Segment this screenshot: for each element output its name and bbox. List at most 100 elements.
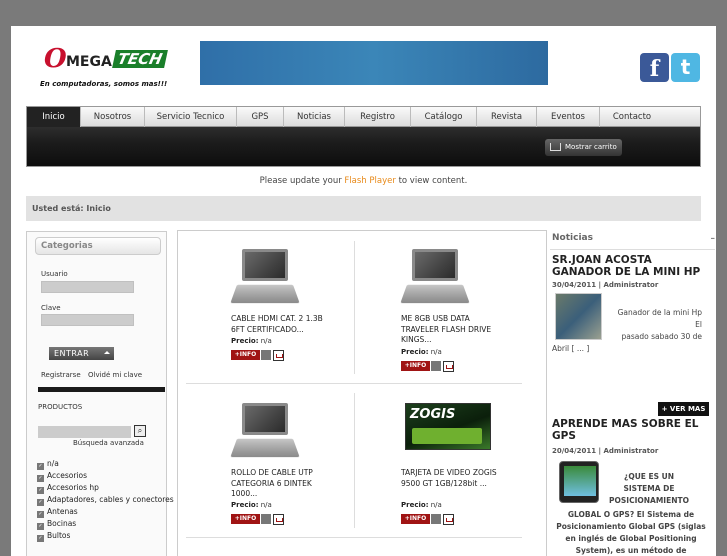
arrow-icon[interactable] <box>431 514 441 524</box>
twitter-icon[interactable]: t <box>671 53 700 82</box>
tab-servicio-tecnico[interactable]: Servicio Tecnico <box>145 107 237 127</box>
price-value: n/a <box>260 501 272 509</box>
bullet-icon: ✓ <box>37 523 44 530</box>
zogis-brand: ZOGIS <box>410 407 456 422</box>
product-name[interactable]: CABLE HDMI CAT. 2 1.3B 6FT CERTIFICADO..… <box>231 314 335 335</box>
laptop-icon[interactable] <box>230 249 300 307</box>
logo-slogan: En computadoras, somos mas!!! <box>40 80 168 88</box>
info-button[interactable]: +INFO <box>401 514 430 524</box>
nav-tabs: Inicio Nosotros Servicio Tecnico GPS Not… <box>27 107 700 127</box>
category-label: Bocinas <box>47 519 77 528</box>
page: O MEGA TECH En computadoras, somos mas!!… <box>11 26 716 556</box>
product-name[interactable]: ROLLO DE CABLE UTP CATEGORIA 6 DINTEK 10… <box>231 468 335 500</box>
news-item-title[interactable]: APRENDE MAS SOBRE EL GPS <box>552 418 702 442</box>
usuario-label: Usuario <box>41 270 68 278</box>
news-item-title[interactable]: SR.JOAN ACOSTA GANADOR DE LA MINI HP <box>552 254 702 278</box>
product-actions: +INFO <box>231 514 284 525</box>
zogis-box[interactable]: ZOGIS <box>405 403 491 450</box>
category-item[interactable]: ✓ Adaptadores, cables y conectores <box>37 494 174 506</box>
enter-button[interactable]: ENTRAR <box>49 347 114 360</box>
product-card: ME 8GB USB DATA TRAVELER FLASH DRIVE KIN… <box>367 245 535 380</box>
tab-gps[interactable]: GPS <box>237 107 284 127</box>
tab-nosotros[interactable]: Nosotros <box>81 107 145 127</box>
bullet-icon: ✓ <box>37 499 44 506</box>
logo-omega: O <box>44 44 67 74</box>
product-name[interactable]: ME 8GB USB DATA TRAVELER FLASH DRIVE KIN… <box>401 314 505 346</box>
tab-revista[interactable]: Revista <box>477 107 537 127</box>
category-item[interactable]: ✓ Accesorios hp <box>37 482 174 494</box>
product-actions: +INFO <box>401 514 454 525</box>
news-item-text: El <box>695 320 702 329</box>
product-card: ZOGIS TARJETA DE VIDEO ZOGIS 9500 GT 1GB… <box>367 399 535 534</box>
bullet-icon: ✓ <box>37 475 44 482</box>
social-links: ft <box>640 53 700 82</box>
tab-catalogo[interactable]: Catálogo <box>411 107 477 127</box>
news-item-text: Abril [ ... ] <box>552 344 590 353</box>
arrow-icon[interactable] <box>261 350 271 360</box>
product-actions: +INFO <box>401 361 454 372</box>
price-label: Precio: <box>401 348 429 356</box>
category-item[interactable]: ✓ Bultos <box>37 530 174 542</box>
info-button[interactable]: +INFO <box>401 361 430 371</box>
laptop-icon[interactable] <box>230 403 300 461</box>
register-link[interactable]: Registrarse <box>41 371 81 379</box>
info-button[interactable]: +INFO <box>231 350 260 360</box>
news-item-meta: 20/04/2011 | Administrator <box>552 447 659 455</box>
category-item[interactable]: ✓ n/a <box>37 458 174 470</box>
product-card: CABLE HDMI CAT. 2 1.3B 6FT CERTIFICADO..… <box>197 245 365 380</box>
category-label: Accesorios hp <box>47 483 99 492</box>
cart-icon[interactable] <box>273 514 284 525</box>
product-price: Precio: n/a <box>401 348 442 356</box>
clave-input[interactable] <box>41 314 134 326</box>
left-sidebar: Categorias Usuario Clave ENTRAR Registra… <box>26 231 174 556</box>
grid-divider <box>186 537 522 538</box>
product-search-input[interactable] <box>38 426 131 438</box>
divider <box>38 387 165 392</box>
category-item[interactable]: ✓ Accesorios <box>37 470 174 482</box>
bullet-icon: ✓ <box>37 511 44 518</box>
arrow-icon[interactable] <box>431 361 441 371</box>
cart-icon[interactable] <box>443 361 454 372</box>
product-name[interactable]: TARJETA DE VIDEO ZOGIS 9500 GT 1GB/128bi… <box>401 468 505 489</box>
flash-player-link[interactable]: Flash Player <box>344 176 395 186</box>
tab-registro[interactable]: Registro <box>345 107 411 127</box>
info-button[interactable]: +INFO <box>231 514 260 524</box>
cart-icon[interactable] <box>273 350 284 361</box>
grid-divider <box>186 383 522 384</box>
category-item[interactable]: ✓ Antenas <box>37 506 174 518</box>
cart-icon[interactable] <box>443 514 454 525</box>
arrow-icon[interactable] <box>261 514 271 524</box>
tab-noticias[interactable]: Noticias <box>284 107 345 127</box>
tab-eventos[interactable]: Eventos <box>537 107 600 127</box>
category-label: Bultos <box>47 531 71 540</box>
product-grid: CABLE HDMI CAT. 2 1.3B 6FT CERTIFICADO..… <box>177 230 547 556</box>
see-more-button[interactable]: + VER MAS <box>658 402 709 416</box>
category-item[interactable]: ✓ Bocinas <box>37 518 174 530</box>
news-photo[interactable] <box>555 293 602 340</box>
gps-device-image[interactable] <box>559 461 599 503</box>
search-icon[interactable]: ⌕ <box>134 425 146 437</box>
laptop-icon[interactable] <box>400 249 470 307</box>
news-item-meta: 30/04/2011 | Administrator <box>552 281 659 289</box>
tab-inicio[interactable]: Inicio <box>27 107 81 127</box>
logo-tech: TECH <box>112 50 168 68</box>
show-cart-button[interactable]: Mostrar carrito <box>545 139 622 156</box>
price-value: n/a <box>430 348 442 356</box>
enter-label: ENTRAR <box>54 349 90 358</box>
collapse-icon[interactable]: – <box>711 234 716 244</box>
flash-text-after: to view content. <box>398 176 468 186</box>
news-item-text: Ganador de la mini Hp <box>617 308 702 317</box>
omegatech-logo[interactable]: O MEGA TECH En computadoras, somos mas!!… <box>40 42 180 90</box>
tab-contacto[interactable]: Contacto <box>600 107 664 127</box>
facebook-icon[interactable]: f <box>640 53 669 82</box>
product-card: ROLLO DE CABLE UTP CATEGORIA 6 DINTEK 10… <box>197 399 365 534</box>
category-label: Antenas <box>47 507 78 516</box>
news-title: Noticias <box>552 233 593 243</box>
forgot-password-link[interactable]: Olvidé mi clave <box>88 371 142 379</box>
price-label: Precio: <box>231 337 259 345</box>
advanced-search-link[interactable]: Búsqueda avanzada <box>73 439 144 447</box>
news-item-text: GLOBAL O GPS? El Sistema de Posicionamie… <box>556 510 706 555</box>
usuario-input[interactable] <box>41 281 134 293</box>
bullet-icon: ✓ <box>37 535 44 542</box>
product-price: Precio: n/a <box>401 501 442 509</box>
